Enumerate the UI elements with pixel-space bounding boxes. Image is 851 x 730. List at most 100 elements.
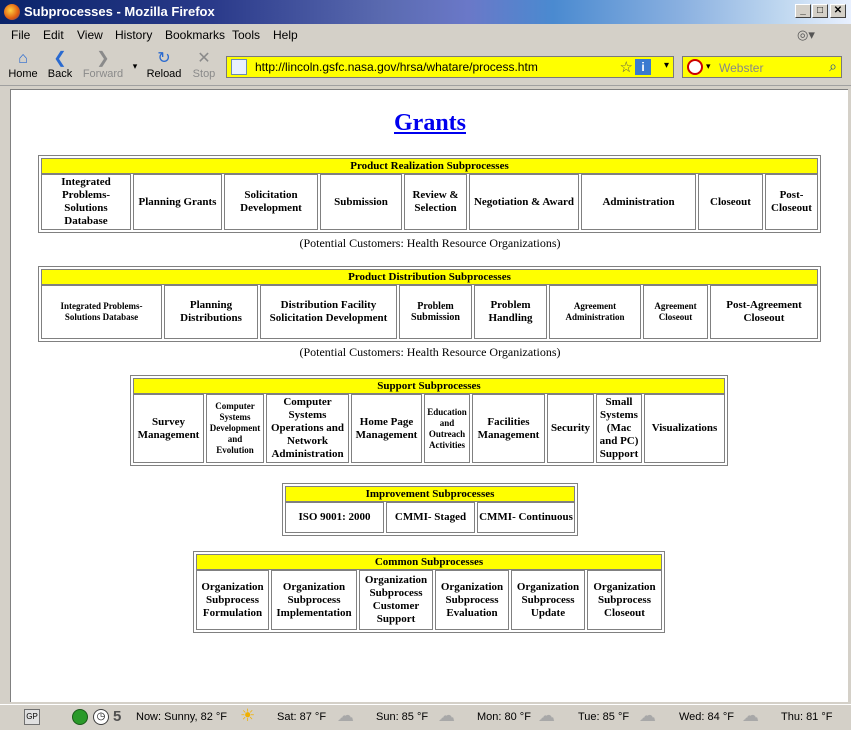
menu-history[interactable]: History [115,28,152,42]
table-cell: CMMI- Staged [386,502,475,533]
weather-wed[interactable]: Wed: 84 °F [679,711,734,723]
search-engine-icon[interactable] [687,59,703,75]
minimize-button[interactable]: _ [795,4,811,18]
search-bar[interactable]: ▾ Webster ⌕ [682,56,842,78]
maximize-button[interactable]: □ [812,4,828,18]
table-cell: Organization Subprocess Formulation [196,570,269,630]
menu-bar: File Edit View History Bookmarks Tools H… [0,24,851,46]
url-dropdown-icon[interactable]: ▾ [664,60,669,71]
url-text[interactable]: http://lincoln.gsfc.nasa.gov/hrsa/whatar… [255,60,538,74]
reload-button[interactable]: ↻ Reload [146,50,182,80]
common-table: Common Subprocesses Organization Subproc… [193,551,665,633]
table-cell: Organization Subprocess Implementation [271,570,357,630]
engine-dropdown-icon[interactable]: ▾ [706,61,711,72]
table-cell: Organization Subprocess Customer Support [359,570,433,630]
table-cell: Integrated Problems-Solutions Database [41,174,131,230]
table-cell: Computer Systems Operations and Network … [266,394,349,463]
menu-tools[interactable]: Tools [232,28,260,42]
reload-label: Reload [146,68,182,80]
table-cell: Planning Grants [133,174,222,230]
support-table: Support Subprocesses Survey Management C… [130,375,728,466]
table-cell: Post-Agreement Closeout [710,285,818,339]
history-dropdown[interactable]: ▾ [130,60,140,72]
table-cell: Solicitation Development [224,174,318,230]
home-icon: ⌂ [18,50,28,67]
table-header: Product Realization Subprocesses [41,158,818,174]
table-header: Product Distribution Subprocesses [41,269,818,285]
forward-arrow-icon: ❯ [96,50,110,67]
table-cell: ISO 9001: 2000 [285,502,384,533]
clock-icon[interactable]: ◷ [93,709,109,725]
table-cell: Facilities Management [472,394,545,463]
page-heading[interactable]: Grants [11,110,848,137]
page-content: Grants Product Realization Subprocesses … [10,89,848,702]
stop-icon: ✕ [197,50,211,67]
table-cell: Administration [581,174,696,230]
stop-button[interactable]: ✕ Stop [191,50,217,80]
home-button[interactable]: ⌂ Home [8,50,38,80]
bookmark-star-icon[interactable]: ☆ [620,58,633,76]
reload-icon: ↻ [157,50,171,67]
table-header: Common Subprocesses [196,554,662,570]
cloudy-icon: ☁ [742,706,759,725]
table-cell: Negotiation & Award [469,174,579,230]
improvement-table: Improvement Subprocesses ISO 9001: 2000 … [282,483,578,536]
partly-cloudy-icon: ☁ [337,706,354,725]
table-cell: Small Systems (Mac and PC) Support [596,394,642,463]
menu-edit[interactable]: Edit [43,28,64,42]
back-label: Back [47,68,73,80]
gp-badge[interactable]: GP [24,709,40,725]
table-cell: Agreement Administration [549,285,641,339]
info-icon[interactable]: i [635,59,651,75]
chevron-down-icon: ▾ [132,61,138,71]
weather-now[interactable]: Now: Sunny, 82 °F [136,711,227,723]
weather-sun[interactable]: Sun: 85 °F [376,711,428,723]
menu-help[interactable]: Help [273,28,298,42]
table-cell: Problem Handling [474,285,547,339]
table-cell: Computer Systems Development and Evoluti… [206,394,264,463]
search-icon[interactable]: ⌕ [829,58,837,75]
table-cell: Planning Distributions [164,285,258,339]
window-title: Subprocesses - Mozilla Firefox [24,4,215,19]
partly-cloudy-icon: ☁ [538,706,555,725]
customers-note: (Potential Customers: Health Resource Or… [299,236,561,250]
back-button[interactable]: ❮ Back [46,50,74,80]
table-header: Support Subprocesses [133,378,725,394]
address-bar[interactable]: http://lincoln.gsfc.nasa.gov/hrsa/whatar… [226,56,674,78]
forward-label: Forward [82,68,124,80]
close-button[interactable]: ✕ [830,4,846,18]
sun-icon: ☀ [240,706,256,725]
cloudy-icon: ☁ [438,706,455,725]
table-cell: Home Page Management [351,394,422,463]
site-identity-icon[interactable] [231,59,247,75]
forward-button[interactable]: ❯ Forward [82,50,124,80]
table-cell: Organization Subprocess Update [511,570,585,630]
table-cell: Distribution Facility Solicitation Devel… [260,285,397,339]
table-cell: CMMI- Continuous [477,502,575,533]
table-cell: Agreement Closeout [643,285,708,339]
status-bar: GP ◷ 5 Now: Sunny, 82 °F ☀ Sat: 87 °F ☁ … [0,704,851,730]
partly-cloudy-icon: ☁ [639,706,656,725]
table-cell: Submission [320,174,402,230]
table-cell: Closeout [698,174,763,230]
activity-icon: ◎▾ [797,27,815,42]
weather-tue[interactable]: Tue: 85 °F [578,711,629,723]
counter-badge: 5 [113,708,122,725]
status-green-icon[interactable] [72,709,88,725]
table-cell: Survey Management [133,394,204,463]
menu-bookmarks[interactable]: Bookmarks [165,28,225,42]
table-cell: Education and Outreach Activities [424,394,470,463]
menu-file[interactable]: File [11,28,30,42]
home-label: Home [8,68,38,80]
weather-mon[interactable]: Mon: 80 °F [477,711,531,723]
firefox-icon [4,4,20,20]
stop-label: Stop [192,68,216,80]
table-header: Improvement Subprocesses [285,486,575,502]
search-input[interactable]: Webster [719,61,763,75]
table-cell: Organization Subprocess Closeout [587,570,662,630]
window-title-bar: Subprocesses - Mozilla Firefox _ □ ✕ [0,0,851,24]
weather-sat[interactable]: Sat: 87 °F [277,711,326,723]
customers-note: (Potential Customers: Health Resource Or… [299,345,561,359]
menu-view[interactable]: View [77,28,103,42]
weather-thu[interactable]: Thu: 81 °F [781,711,832,723]
